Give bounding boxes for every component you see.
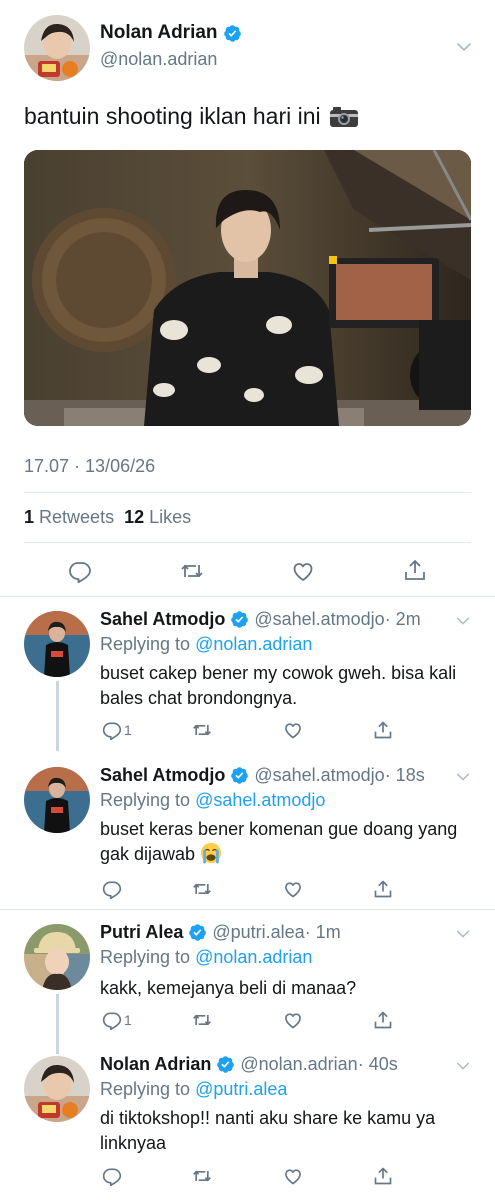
reply-action-bar xyxy=(100,879,400,903)
tweet-action-bar xyxy=(0,553,495,589)
reply-time[interactable]: · 2m xyxy=(385,609,421,630)
likes-label[interactable]: Likes xyxy=(149,507,191,527)
divider xyxy=(24,492,471,493)
replying-to: Replying to @sahel.atmodjo xyxy=(100,790,326,810)
thread-line xyxy=(56,681,59,751)
replying-to: Replying to @nolan.adrian xyxy=(100,947,313,967)
verified-badge-icon xyxy=(188,923,207,942)
like-icon[interactable] xyxy=(283,1010,303,1030)
reply-handle[interactable]: @sahel.atmodjo xyxy=(254,765,384,786)
verified-badge-icon xyxy=(223,24,242,43)
retweets-count[interactable]: 1 xyxy=(24,507,34,527)
like-icon[interactable] xyxy=(283,1166,303,1186)
like-icon[interactable] xyxy=(283,879,303,899)
share-icon[interactable] xyxy=(373,879,393,899)
like-icon[interactable] xyxy=(283,720,303,740)
replying-to-link[interactable]: @nolan.adrian xyxy=(195,634,312,654)
reply-author-avatar[interactable] xyxy=(24,611,90,677)
reply-tweet[interactable]: Sahel Atmodjo @sahel.atmodjo · 18s Reply… xyxy=(0,753,495,908)
like-icon[interactable] xyxy=(291,559,315,583)
retweet-icon[interactable] xyxy=(192,1010,212,1030)
reply-text: buset keras bener komenan gue doang yang… xyxy=(100,819,458,864)
share-icon[interactable] xyxy=(373,720,393,740)
tweet-stats: 1 Retweets 12 Likes xyxy=(24,507,191,528)
retweet-icon[interactable] xyxy=(192,720,212,740)
reply-action-bar: 1 xyxy=(100,1010,400,1034)
retweet-icon[interactable] xyxy=(180,559,204,583)
camera-emoji-icon xyxy=(329,105,359,129)
reply-header: Putri Alea @putri.alea · 1m xyxy=(100,922,341,943)
verified-badge-icon xyxy=(230,766,249,785)
share-icon[interactable] xyxy=(373,1010,393,1030)
retweet-icon[interactable] xyxy=(192,879,212,899)
reply-count: 1 xyxy=(124,722,132,738)
chevron-down-icon[interactable] xyxy=(455,613,471,629)
chevron-down-icon[interactable] xyxy=(455,38,473,56)
reply-action-bar: 1 xyxy=(100,720,400,744)
reply-tweet[interactable]: Putri Alea @putri.alea · 1m Replying to … xyxy=(0,910,495,1054)
tweet-timestamp[interactable]: 17.07 · 13/06/26 xyxy=(24,456,155,477)
reply-author-avatar[interactable] xyxy=(24,767,90,833)
main-author-handle[interactable]: @nolan.adrian xyxy=(100,49,217,70)
reply-header: Sahel Atmodjo @sahel.atmodjo · 18s xyxy=(100,765,425,786)
verified-badge-icon xyxy=(230,610,249,629)
reply-handle[interactable]: @nolan.adrian xyxy=(240,1054,357,1075)
main-author-avatar[interactable] xyxy=(24,15,90,81)
reply-count: 1 xyxy=(124,1012,132,1028)
reply-icon[interactable] xyxy=(68,559,92,583)
reply-icon[interactable] xyxy=(102,879,122,899)
retweet-icon[interactable] xyxy=(192,1166,212,1186)
main-author-name[interactable]: Nolan Adrian xyxy=(100,22,242,44)
replying-to-link[interactable]: @putri.alea xyxy=(195,1079,287,1099)
replying-to-link[interactable]: @sahel.atmodjo xyxy=(195,790,325,810)
share-icon[interactable] xyxy=(373,1166,393,1186)
chevron-down-icon[interactable] xyxy=(455,1058,471,1074)
reply-time[interactable]: · 1m xyxy=(305,922,341,943)
reply-icon[interactable] xyxy=(102,1010,122,1030)
reply-tweet[interactable]: Nolan Adrian @nolan.adrian · 40s Replyin… xyxy=(0,1040,495,1200)
reply-handle[interactable]: @sahel.atmodjo xyxy=(254,609,384,630)
divider xyxy=(24,542,471,543)
reply-header: Sahel Atmodjo @sahel.atmodjo · 2m xyxy=(100,609,421,630)
crying-emoji-icon xyxy=(200,842,222,864)
tweet-text: bantuin shooting iklan hari ini xyxy=(24,103,359,130)
verified-badge-icon xyxy=(216,1055,235,1074)
share-icon[interactable] xyxy=(403,558,427,582)
reply-time[interactable]: · 18s xyxy=(385,765,425,786)
reply-header: Nolan Adrian @nolan.adrian · 40s xyxy=(100,1054,398,1075)
replying-to: Replying to @nolan.adrian xyxy=(100,634,313,654)
reply-text: kakk, kemejanya beli di manaa? xyxy=(100,978,357,998)
reply-author-avatar[interactable] xyxy=(24,924,90,990)
reply-handle[interactable]: @putri.alea xyxy=(212,922,304,943)
reply-author-avatar[interactable] xyxy=(24,1056,90,1122)
tweet-photo[interactable] xyxy=(24,150,471,426)
likes-count[interactable]: 12 xyxy=(124,507,144,527)
reply-icon[interactable] xyxy=(102,720,122,740)
replying-to-link[interactable]: @nolan.adrian xyxy=(195,947,312,967)
reply-text: di tiktokshop!! nanti aku share ke kamu … xyxy=(100,1108,436,1153)
reply-action-bar xyxy=(100,1166,400,1190)
reply-text: buset cakep bener my cowok gweh. bisa ka… xyxy=(100,663,457,708)
reply-time[interactable]: · 40s xyxy=(358,1054,398,1075)
reply-icon[interactable] xyxy=(102,1166,122,1186)
chevron-down-icon[interactable] xyxy=(455,926,471,942)
replying-to: Replying to @putri.alea xyxy=(100,1079,288,1099)
reply-tweet[interactable]: Sahel Atmodjo @sahel.atmodjo · 2m Replyi… xyxy=(0,597,495,751)
retweets-label[interactable]: Retweets xyxy=(39,507,114,527)
chevron-down-icon[interactable] xyxy=(455,769,471,785)
